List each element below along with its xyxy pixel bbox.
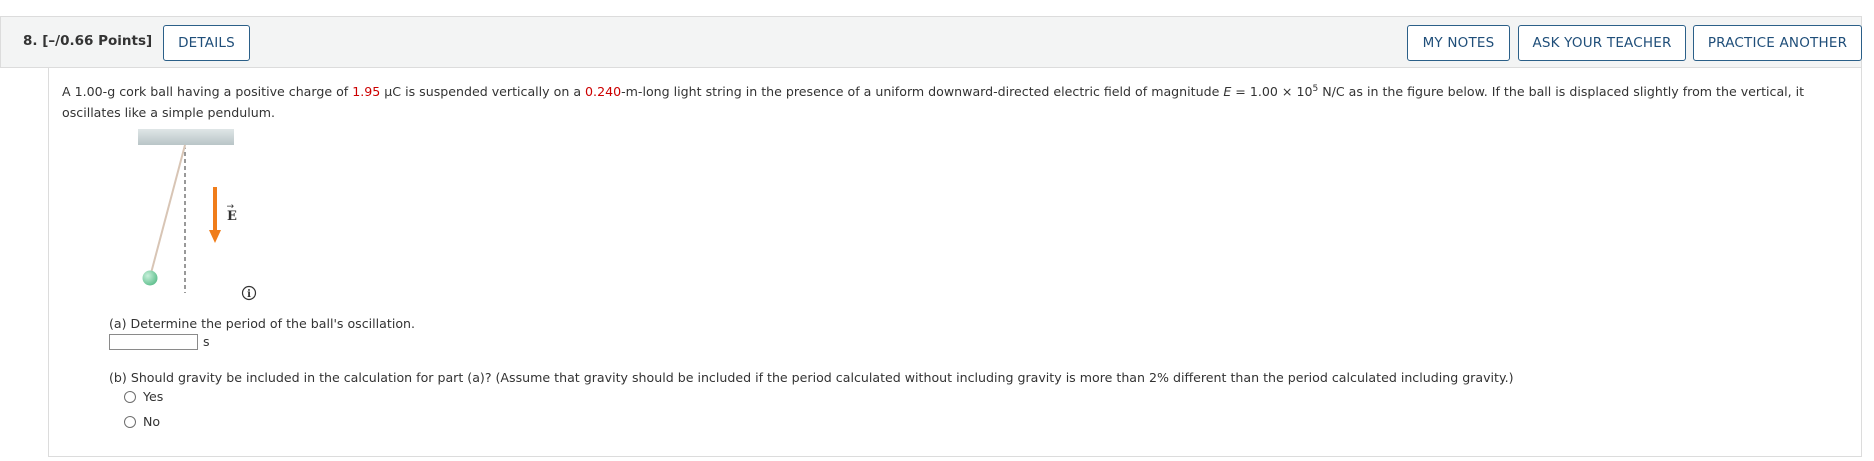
problem-text-3: -m-long light string in the presence of …: [621, 84, 1224, 100]
part-a-unit: s: [203, 334, 210, 349]
points-label: [–/0.66 Points]: [42, 33, 153, 49]
details-button[interactable]: DETAILS: [163, 25, 250, 61]
problem-text-1: A 1.00-g cork ball having a positive cha…: [62, 84, 353, 100]
option-yes[interactable]: Yes: [124, 389, 163, 404]
part-a-answer-input[interactable]: [109, 334, 198, 350]
info-icon[interactable]: i: [241, 285, 257, 301]
my-notes-button[interactable]: MY NOTES: [1407, 25, 1510, 61]
ceiling-support: [138, 129, 234, 145]
option-no[interactable]: No: [124, 414, 160, 429]
field-arrow-head: [209, 230, 221, 243]
info-icon-glyph: i: [247, 289, 251, 300]
cork-ball: [142, 270, 158, 286]
string: [149, 144, 186, 278]
part-a-question: (a) Determine the period of the ball's o…: [109, 316, 416, 331]
field-vector-arrow: →: [227, 202, 235, 212]
option-no-label: No: [143, 414, 161, 429]
option-yes-label: Yes: [143, 389, 164, 404]
length-value: 0.240: [585, 84, 622, 100]
problem-text-4: = 1.00 × 10: [1231, 84, 1313, 100]
pendulum-figure: E →: [138, 129, 237, 293]
charge-value: 1.95: [352, 84, 381, 100]
question-body: [48, 68, 1862, 457]
question-title: 8. [–/0.66 Points]: [23, 33, 152, 49]
problem-text-2: μC is suspended vertically on a: [380, 84, 586, 100]
ask-teacher-button[interactable]: ASK YOUR TEACHER: [1518, 25, 1686, 61]
part-b-question: (b) Should gravity be included in the ca…: [109, 370, 1514, 385]
question-number: 8.: [23, 33, 38, 49]
problem-statement: A 1.00-g cork ball having a positive cha…: [62, 79, 1852, 123]
radio-yes[interactable]: [124, 390, 136, 403]
practice-another-button[interactable]: PRACTICE ANOTHER: [1693, 25, 1862, 61]
question-header: 8. [–/0.66 Points] DETAILS MY NOTES ASK …: [0, 16, 1862, 68]
radio-no[interactable]: [124, 415, 136, 428]
